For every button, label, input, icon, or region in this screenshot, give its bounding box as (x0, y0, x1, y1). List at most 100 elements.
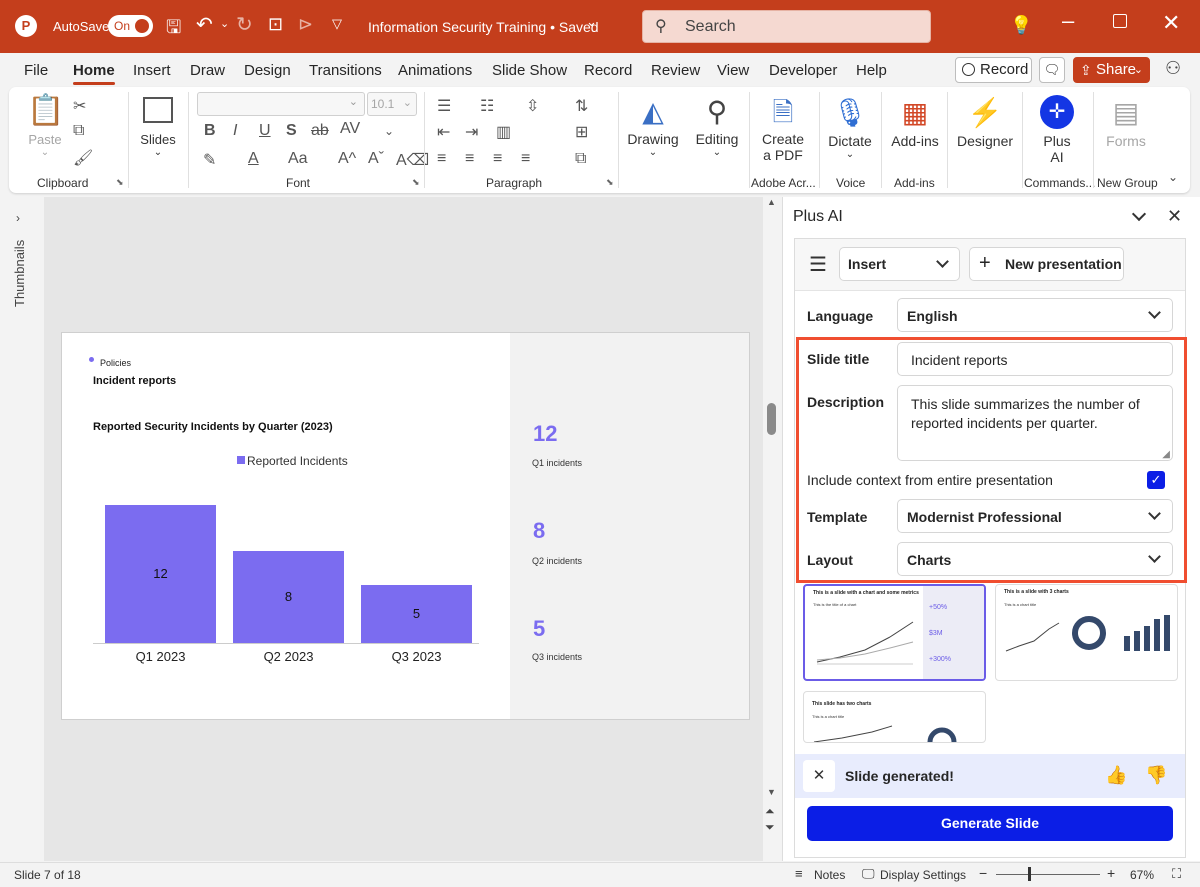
highlight-icon[interactable]: ✎ (203, 150, 216, 170)
addins-button[interactable]: ▦ Add-ins (889, 93, 941, 149)
next-slide-icon[interactable]: ⏷ (765, 820, 775, 835)
underline-icon[interactable]: U (259, 122, 271, 140)
zoom-out-icon[interactable]: − (979, 865, 987, 881)
expand-thumbnails-icon[interactable]: › (16, 211, 20, 225)
collapse-ribbon-icon[interactable]: ⌄ (1168, 170, 1178, 184)
language-select[interactable]: English (897, 298, 1173, 332)
forms-button[interactable]: ▤ Forms (1100, 93, 1152, 149)
tab-help[interactable]: Help (856, 62, 887, 79)
template-select[interactable]: Modernist Professional (897, 499, 1173, 533)
create-pdf-button[interactable]: 🗎 Create a PDF (756, 93, 810, 163)
document-title[interactable]: Information Security Training • Saved (368, 19, 599, 35)
mode-select[interactable]: Insert (839, 247, 960, 281)
record-button[interactable]: Record (955, 57, 1032, 83)
italic-icon[interactable]: I (233, 122, 237, 140)
zoom-in-icon[interactable]: + (1107, 865, 1115, 881)
slideshow-icon[interactable]: ⊳ (298, 14, 313, 35)
minimize-icon[interactable]: – (1062, 8, 1074, 34)
designer-button[interactable]: ⚡ Designer (955, 93, 1015, 149)
columns-icon[interactable]: ▥ (496, 122, 511, 142)
zoom-level[interactable]: 67% (1130, 868, 1154, 882)
font-family-select[interactable]: ⌄ (197, 92, 365, 116)
drawing-button[interactable]: ◭ Drawing ⌄ (626, 93, 680, 158)
tab-insert[interactable]: Insert (133, 62, 171, 79)
align-text-icon[interactable]: ⊞ (575, 122, 588, 142)
coauthor-icon[interactable]: ⚇ (1165, 58, 1181, 79)
smartart-icon[interactable]: ⧉ (575, 150, 586, 168)
context-checkbox[interactable]: ✓ (1147, 471, 1165, 489)
decrease-font-icon[interactable]: Aˇ (368, 150, 384, 168)
customize-toolbar-icon[interactable]: ▽ (332, 16, 342, 32)
lightbulb-icon[interactable]: 💡 (1010, 15, 1032, 36)
new-presentation-button[interactable]: + New presentation (969, 247, 1124, 281)
display-settings-button[interactable]: Display Settings (880, 868, 966, 882)
editing-button[interactable]: ⚲ Editing ⌄ (690, 93, 744, 158)
layout-option-chart-metrics[interactable]: This is a slide with a chart and some me… (803, 584, 986, 681)
close-pane-icon[interactable]: ✕ (1167, 206, 1182, 227)
redo-icon[interactable]: ↻ (236, 12, 253, 37)
scroll-down-icon[interactable]: ▼ (767, 787, 776, 797)
format-painter-icon[interactable]: 🖌 (73, 148, 93, 168)
close-window-icon[interactable]: ✕ (1162, 10, 1180, 36)
plus-ai-button[interactable]: ✛ Plus AI (1030, 93, 1084, 165)
vertical-scrollbar[interactable]: ▲ ▼ ⏶ ⏷ (763, 197, 780, 861)
undo-icon[interactable]: ↶ (196, 12, 213, 37)
search-box[interactable]: ⚲ Search (642, 10, 931, 43)
bullets-icon[interactable]: ☰ (437, 96, 451, 116)
present-icon[interactable]: ⊡ (268, 14, 283, 35)
tab-view[interactable]: View (717, 62, 749, 79)
text-direction-icon[interactable]: ⇅ (575, 96, 588, 116)
align-left-icon[interactable]: ≡ (437, 150, 446, 168)
maximize-icon[interactable] (1113, 14, 1127, 28)
paste-button[interactable]: 📋 Paste ⌄ (27, 93, 64, 158)
change-case-icon[interactable]: ⌄ (384, 124, 394, 138)
decrease-indent-icon[interactable]: ⇤ (437, 122, 450, 142)
layout-option-three-charts[interactable]: This is a slide with 3 charts This is a … (995, 584, 1178, 681)
layout-option-two-charts[interactable]: This slide has two charts This is a char… (803, 691, 986, 743)
spacing-icon[interactable]: AV (340, 120, 360, 138)
zoom-slider-thumb[interactable] (1028, 867, 1031, 881)
menu-icon[interactable]: ☰ (809, 252, 827, 277)
thumbs-up-icon[interactable]: 👍 (1105, 765, 1127, 786)
thumbnails-label[interactable]: Thumbnails (12, 240, 27, 307)
comments-icon[interactable]: 🗨 (1039, 57, 1065, 83)
line-spacing-icon[interactable]: ⇳ (526, 96, 539, 116)
slides-button[interactable]: Slides ⌄ (138, 93, 178, 158)
align-right-icon[interactable]: ≡ (493, 150, 502, 168)
tab-animations[interactable]: Animations (398, 62, 472, 79)
font-color-icon[interactable]: A (248, 150, 259, 168)
shadow-icon[interactable]: S (286, 122, 297, 140)
tab-record[interactable]: Record (584, 62, 632, 79)
share-button[interactable]: ⇪ Share ⌄ (1073, 57, 1150, 83)
previous-slide-icon[interactable]: ⏶ (765, 804, 775, 819)
autosave-toggle[interactable]: On (108, 15, 153, 37)
numbering-icon[interactable]: ☷ (480, 96, 494, 116)
tab-home[interactable]: Home (73, 62, 115, 79)
font-size-toggle-icon[interactable]: Aa (288, 150, 308, 168)
cut-icon[interactable]: ✂ (73, 96, 86, 116)
title-dropdown-icon[interactable]: ⌄ (586, 14, 597, 30)
dismiss-icon[interactable]: ✕ (803, 760, 835, 792)
copy-icon[interactable]: ⧉ (73, 122, 84, 140)
notes-icon[interactable]: ≡ (795, 866, 803, 881)
thumbs-down-icon[interactable]: 👎 (1145, 765, 1167, 786)
zoom-slider[interactable] (996, 874, 1100, 875)
scroll-thumb[interactable] (767, 403, 776, 435)
bold-icon[interactable]: B (204, 122, 216, 140)
tab-slide-show[interactable]: Slide Show (492, 62, 567, 79)
generate-slide-button[interactable]: Generate Slide (807, 806, 1173, 841)
description-textarea[interactable]: This slide summarizes the number of repo… (897, 385, 1173, 461)
resize-handle-icon[interactable]: ◢ (1162, 449, 1170, 460)
clipboard-launcher-icon[interactable]: ⬊ (116, 177, 124, 188)
layout-select[interactable]: Charts (897, 542, 1173, 576)
slide-title-input[interactable]: Incident reports (897, 342, 1173, 376)
font-size-select[interactable]: 10.1 ⌄ (367, 92, 417, 116)
tab-draw[interactable]: Draw (190, 62, 225, 79)
notes-button[interactable]: Notes (814, 868, 845, 882)
tab-developer[interactable]: Developer (769, 62, 837, 79)
align-center-icon[interactable]: ≡ (465, 150, 474, 168)
undo-dropdown-icon[interactable]: ⌄ (220, 17, 229, 30)
font-launcher-icon[interactable]: ⬊ (412, 177, 420, 188)
tab-transitions[interactable]: Transitions (309, 62, 382, 79)
increase-indent-icon[interactable]: ⇥ (465, 122, 478, 142)
